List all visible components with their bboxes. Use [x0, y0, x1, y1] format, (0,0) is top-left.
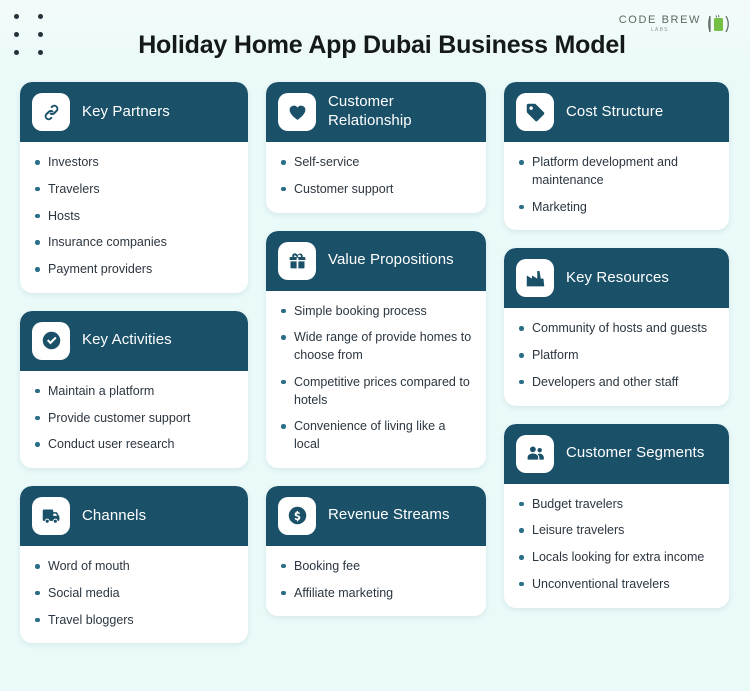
list-item: Word of mouth — [34, 558, 234, 576]
list-item: Budget travelers — [518, 496, 715, 514]
truck-icon — [32, 497, 70, 535]
page-header: Holiday Home App Dubai Business Model CO… — [0, 0, 750, 82]
card-body: Self-service Customer support — [266, 142, 486, 213]
list-item: Locals looking for extra income — [518, 549, 715, 567]
card-body: Booking fee Affiliate marketing — [266, 546, 486, 617]
card-key-activities: Key Activities Maintain a platform Provi… — [20, 310, 248, 468]
card-header: Channels — [20, 486, 248, 546]
card-cost-structure: Cost Structure Platform development and … — [504, 82, 729, 231]
list-item: Insurance companies — [34, 234, 234, 252]
card-value-propositions: Value Propositions Simple booking proces… — [266, 230, 486, 468]
list-item: Booking fee — [280, 558, 472, 576]
people-icon — [516, 434, 554, 473]
list-item: Maintain a platform — [34, 383, 234, 401]
list-item: Hosts — [34, 208, 234, 226]
gift-icon — [278, 241, 316, 280]
list-item: Platform — [518, 347, 715, 365]
card-header: Customer Relationship — [266, 82, 486, 142]
list-item: Customer support — [280, 181, 472, 199]
price-tag-icon — [516, 93, 554, 131]
list-item: Community of hosts and guests — [518, 320, 715, 338]
card-body: Simple booking process Wide range of pro… — [266, 291, 486, 468]
card-title: Key Activities — [82, 331, 172, 349]
card-title: Key Resources — [566, 268, 670, 286]
factory-icon — [516, 259, 554, 298]
list-item: Investors — [34, 154, 234, 172]
card-header: Key Activities — [20, 310, 248, 371]
card-body: Platform development and maintenance Mar… — [504, 142, 729, 230]
list-item: Developers and other staff — [518, 374, 715, 392]
card-body: Maintain a platform Provide customer sup… — [20, 371, 248, 468]
card-title: Customer Segments — [566, 444, 705, 462]
card-header: Value Propositions — [266, 230, 486, 291]
list-item: Conduct user research — [34, 436, 234, 454]
brand-logo: CODE BREW LABS — [619, 12, 732, 36]
list-item: Self-service — [280, 154, 472, 172]
card-title: Revenue Streams — [328, 506, 450, 524]
list-item: Affiliate marketing — [280, 585, 472, 603]
list-item: Payment providers — [34, 261, 234, 279]
list-item: Convenience of living like a local — [280, 418, 472, 454]
canvas-column-right: Cost Structure Platform development and … — [504, 82, 729, 608]
list-item: Social media — [34, 585, 234, 603]
card-header: Key Partners — [20, 82, 248, 142]
card-header: Key Resources — [504, 248, 729, 309]
list-item: Simple booking process — [280, 303, 472, 321]
brand-subtitle: LABS — [651, 27, 669, 33]
heart-icon — [278, 93, 316, 131]
list-item: Competitive prices compared to hotels — [280, 374, 472, 410]
list-item: Unconventional travelers — [518, 576, 715, 594]
list-item: Platform development and maintenance — [518, 154, 715, 190]
card-header: Customer Segments — [504, 423, 729, 484]
card-key-resources: Key Resources Community of hosts and gue… — [504, 248, 729, 406]
card-title: Value Propositions — [328, 251, 454, 269]
card-body: Investors Travelers Hosts Insurance comp… — [20, 142, 248, 293]
list-item: Travelers — [34, 181, 234, 199]
card-title: Channels — [82, 506, 147, 524]
card-title: Customer Relationship — [328, 93, 412, 129]
card-revenue-streams: Revenue Streams Booking fee Affiliate ma… — [266, 485, 486, 617]
card-title: Key Partners — [82, 102, 170, 120]
list-item: Wide range of provide homes to choose fr… — [280, 329, 472, 365]
card-customer-segments: Customer Segments Budget travelers Leisu… — [504, 423, 729, 608]
canvas-column-middle: Customer Relationship Self-service Custo… — [266, 82, 486, 617]
business-model-canvas: Key Partners Investors Travelers Hosts I… — [0, 82, 750, 644]
list-item: Travel bloggers — [34, 612, 234, 630]
list-item: Leisure travelers — [518, 522, 715, 540]
dollar-circle-icon — [278, 496, 316, 535]
check-circle-icon — [32, 321, 70, 360]
list-item: Provide customer support — [34, 410, 234, 428]
card-key-partners: Key Partners Investors Travelers Hosts I… — [20, 82, 248, 293]
card-body: Community of hosts and guests Platform D… — [504, 308, 729, 405]
code-brew-labs-logo-icon — [706, 12, 732, 36]
card-title: Cost Structure — [566, 102, 664, 120]
card-channels: Channels Word of mouth Social media Trav… — [20, 486, 248, 644]
brand-name: CODE BREW — [618, 14, 701, 26]
card-body: Word of mouth Social media Travel blogge… — [20, 546, 248, 643]
canvas-column-left: Key Partners Investors Travelers Hosts I… — [20, 82, 248, 644]
card-customer-relationship: Customer Relationship Self-service Custo… — [266, 82, 486, 213]
card-header: Cost Structure — [504, 82, 729, 142]
card-header: Revenue Streams — [266, 485, 486, 546]
card-body: Budget travelers Leisure travelers Local… — [504, 484, 729, 608]
link-icon — [32, 93, 70, 131]
list-item: Marketing — [518, 199, 715, 217]
